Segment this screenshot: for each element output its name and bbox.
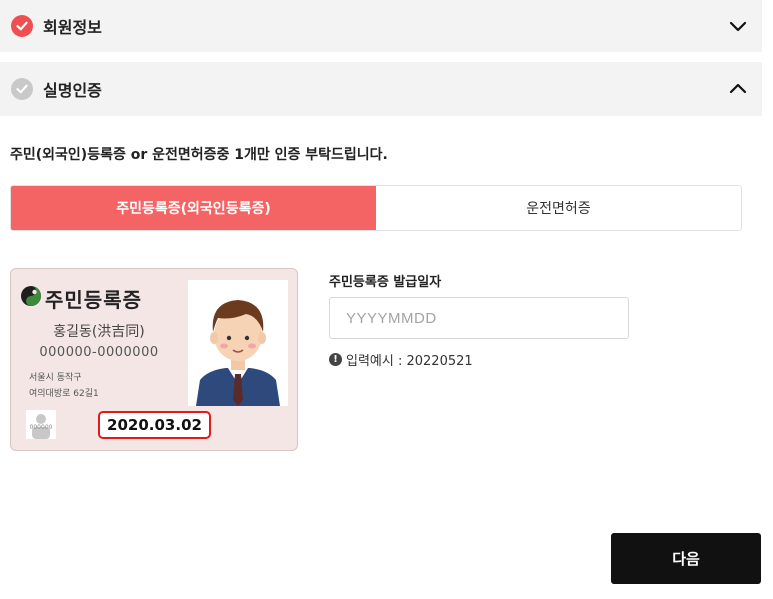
tab-resident-card[interactable]: 주민등록증(외국인등록증) bbox=[11, 186, 376, 230]
card-address-line2: 여의대방로 62길1 bbox=[29, 389, 99, 399]
exclamation-circle-icon: ! bbox=[329, 353, 342, 366]
card-issue-date-highlight: 2020.03.02 bbox=[98, 411, 211, 439]
taegeuk-emblem-icon bbox=[20, 285, 42, 307]
issue-date-label: 주민등록증 발급일자 bbox=[329, 275, 442, 290]
mini-photo-text: 000000 bbox=[30, 424, 53, 431]
accordion-member-info[interactable]: 회원정보 bbox=[0, 0, 762, 52]
portrait-photo bbox=[188, 280, 288, 406]
sample-id-card: 주민등록증 홍길동(洪吉同) 000000-0000000 서울시 동작구 여의… bbox=[10, 268, 298, 451]
hint-text: 입력예시 : 20220521 bbox=[346, 354, 473, 369]
section-title: 실명인증 bbox=[43, 81, 102, 100]
check-circle-icon bbox=[11, 15, 33, 37]
chevron-down-icon[interactable] bbox=[728, 16, 748, 36]
card-mini-photo: 000000 bbox=[26, 410, 56, 439]
instruction-text: 주민(외국인)등록증 or 운전면허증중 1개만 인증 부탁드립니다. bbox=[10, 147, 388, 163]
accordion-real-name-verification[interactable]: 실명인증 bbox=[0, 62, 762, 116]
section-title: 회원정보 bbox=[43, 18, 102, 37]
chevron-up-icon[interactable] bbox=[728, 79, 748, 99]
id-type-tabs: 주민등록증(외국인등록증) 운전면허증 bbox=[10, 185, 742, 231]
next-button[interactable]: 다음 bbox=[611, 533, 761, 584]
card-title: 주민등록증 bbox=[45, 288, 142, 312]
card-address-line1: 서울시 동작구 bbox=[29, 373, 82, 383]
tab-driver-license[interactable]: 운전면허증 bbox=[376, 186, 741, 230]
card-holder-name: 홍길동(洪吉同) bbox=[53, 324, 145, 340]
check-circle-icon bbox=[11, 78, 33, 100]
input-example-hint: ! 입력예시 : 20220521 bbox=[329, 350, 473, 369]
issue-date-input[interactable] bbox=[329, 297, 629, 339]
card-id-number: 000000-0000000 bbox=[39, 345, 159, 360]
